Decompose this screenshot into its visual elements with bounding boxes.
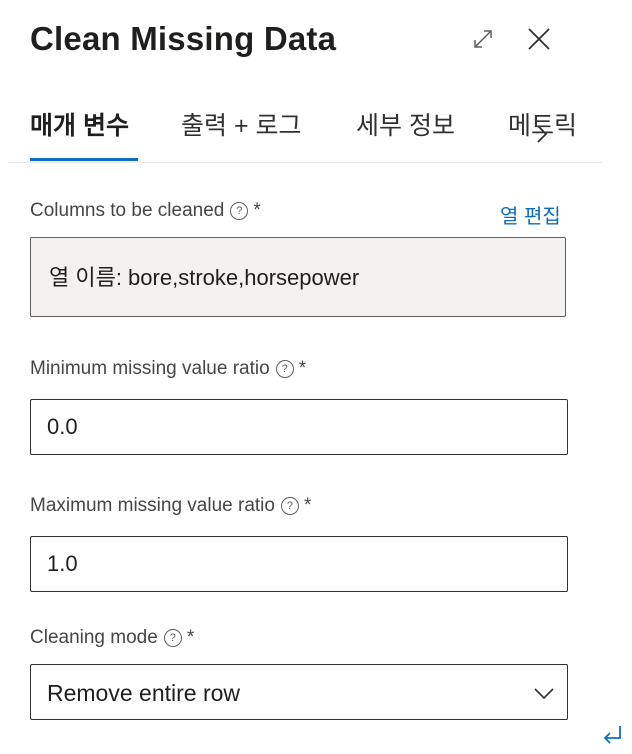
tab-parameters[interactable]: 매개 변수: [30, 106, 129, 142]
expand-button[interactable]: [466, 22, 500, 56]
columns-label-text: Columns to be cleaned: [30, 200, 225, 221]
help-icon[interactable]: ?: [275, 360, 294, 378]
columns-label: Columns to be cleaned ? *: [30, 200, 261, 222]
help-icon[interactable]: ?: [230, 202, 249, 220]
cleaning-mode-dropdown[interactable]: Remove entire row: [30, 664, 568, 720]
tab-bar: 매개 변수 출력 + 로그 세부 정보 메트릭: [0, 100, 602, 164]
close-icon: [528, 28, 550, 50]
min-ratio-label: Minimum missing value ratio ? *: [30, 358, 306, 380]
close-button[interactable]: [522, 22, 556, 56]
max-ratio-label: Maximum missing value ratio ? *: [30, 495, 311, 517]
required-marker: *: [298, 358, 307, 379]
selected-columns-box: 열 이름: bore,stroke,horsepower: [30, 237, 566, 317]
chevron-right-icon[interactable]: [530, 122, 554, 146]
edit-columns-link[interactable]: 열 편집: [500, 200, 561, 229]
chevron-down-icon: [534, 688, 554, 700]
tab-outputs-logs[interactable]: 출력 + 로그: [181, 106, 302, 142]
tab-divider: [8, 162, 602, 163]
active-tab-indicator: [30, 158, 138, 161]
min-ratio-input[interactable]: [30, 399, 568, 455]
cleaning-mode-value: Remove entire row: [47, 680, 241, 706]
max-ratio-input[interactable]: [30, 536, 568, 592]
help-icon[interactable]: ?: [280, 497, 299, 515]
required-marker: *: [186, 627, 195, 648]
help-icon[interactable]: ?: [163, 629, 182, 647]
cleaning-mode-label-text: Cleaning mode: [30, 627, 158, 648]
expand-icon: [474, 30, 492, 48]
clean-missing-data-panel: Clean Missing Data 매개 변수 출력 + 로그 세부 정보 메…: [0, 0, 632, 754]
min-ratio-label-text: Minimum missing value ratio: [30, 358, 270, 379]
panel-title: Clean Missing Data: [30, 20, 337, 57]
required-marker: *: [303, 495, 312, 516]
required-marker: *: [253, 200, 261, 221]
tab-details[interactable]: 세부 정보: [356, 106, 455, 142]
selected-columns-value: 열 이름: bore,stroke,horsepower: [49, 265, 360, 290]
return-icon: [603, 726, 621, 744]
max-ratio-label-text: Maximum missing value ratio: [30, 495, 275, 516]
cleaning-mode-label: Cleaning mode ? *: [30, 627, 194, 649]
